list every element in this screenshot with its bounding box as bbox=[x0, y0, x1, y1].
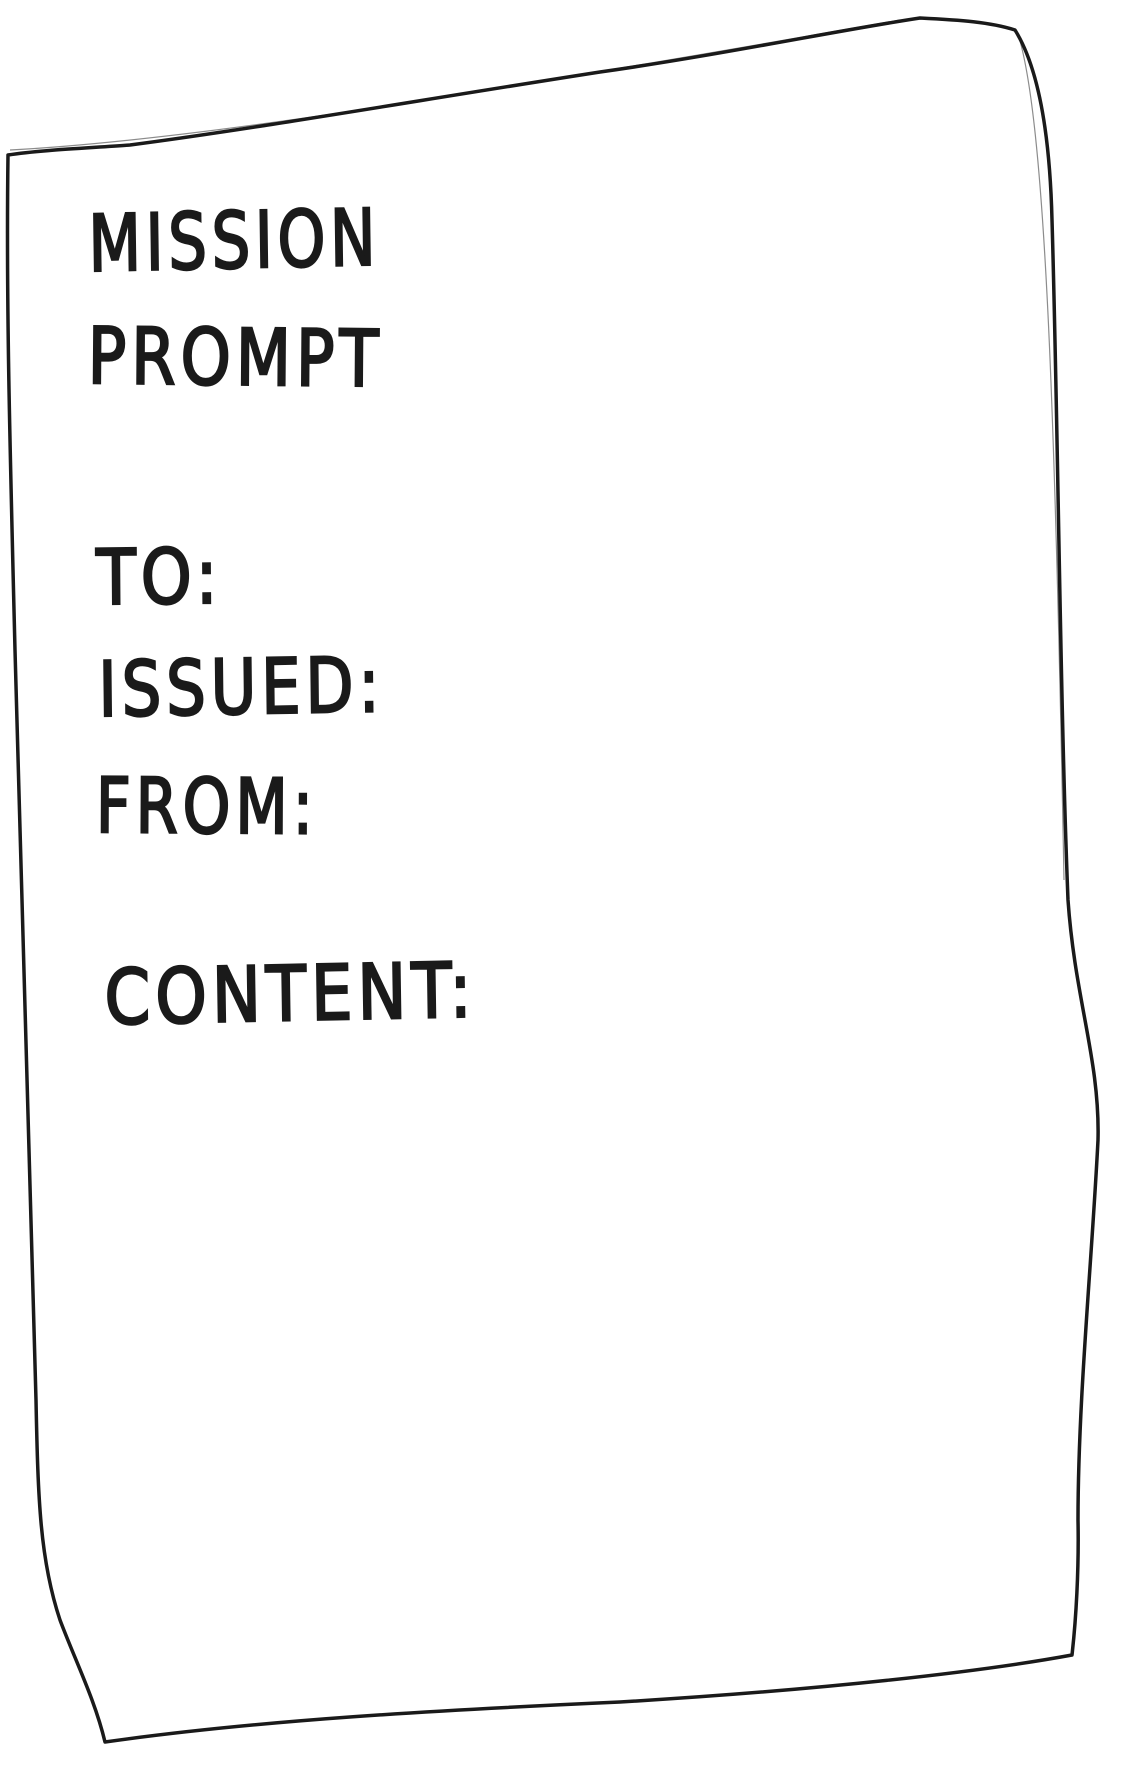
to-field-label: TO: bbox=[95, 531, 224, 624]
from-field-label: FROM: bbox=[95, 760, 320, 853]
content-field-label: CONTENT: bbox=[103, 944, 479, 1043]
issued-field-label: ISSUED: bbox=[97, 639, 386, 735]
title-line-prompt: PROMPT bbox=[86, 311, 385, 406]
title-line-mission: MISSION bbox=[87, 192, 382, 291]
